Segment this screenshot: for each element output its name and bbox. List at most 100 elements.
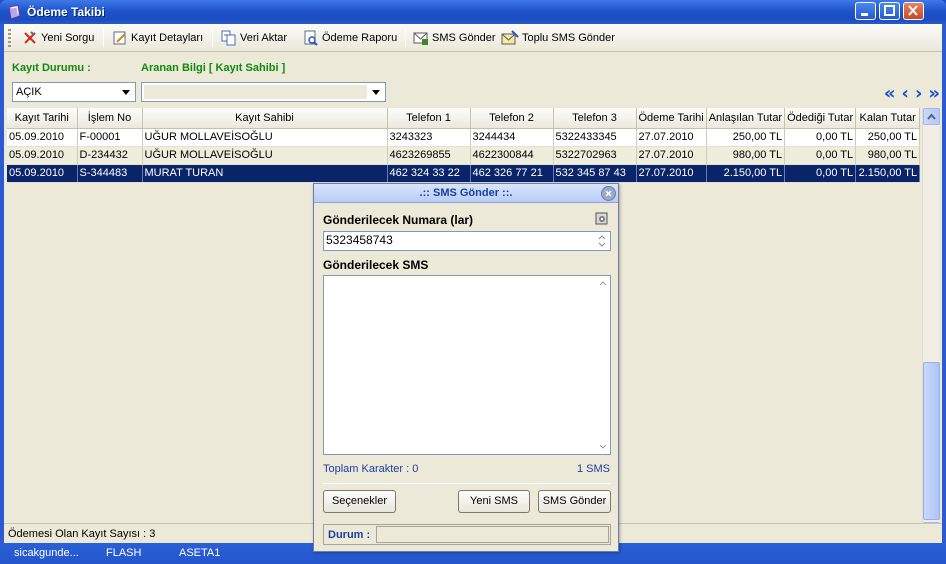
column-header[interactable]: Ödediği Tutar: [784, 108, 857, 129]
table-cell[interactable]: 3243323: [387, 128, 471, 147]
column-header[interactable]: İşlem No: [77, 108, 143, 129]
send-sms-dialog-button[interactable]: SMS Gönder: [538, 490, 611, 513]
new-query-icon: [24, 31, 36, 44]
record-status-label: Kayıt Durumu :: [12, 62, 91, 74]
scroll-up-button[interactable]: [923, 108, 940, 125]
table-cell[interactable]: S-344483: [77, 164, 143, 183]
taskbar-item[interactable]: sicakgunde...: [14, 547, 79, 559]
column-header[interactable]: Anlaşılan Tutar: [706, 108, 786, 129]
table-cell[interactable]: 3244434: [470, 128, 554, 147]
next-record-button[interactable]: ›: [915, 85, 922, 103]
sms-dialog-close-button[interactable]: [601, 186, 616, 201]
table-cell[interactable]: 0,00 TL: [784, 128, 857, 147]
minimize-icon: [861, 13, 868, 16]
column-header[interactable]: Telefon 3: [553, 108, 637, 129]
record-details-label: Kayıt Detayları: [131, 32, 204, 44]
spin-icon[interactable]: [595, 233, 609, 249]
options-button[interactable]: Seçenekler: [323, 490, 396, 513]
column-header[interactable]: Kayıt Tarihi: [7, 108, 78, 129]
column-header[interactable]: Ödeme Tarihi: [636, 108, 707, 129]
record-status-dropdown[interactable]: AÇIK: [12, 82, 136, 102]
sms-textarea[interactable]: [323, 275, 611, 455]
app-icon: [8, 4, 21, 20]
table-cell[interactable]: UĞUR MOLLAVEİSOĞLU: [142, 128, 388, 147]
scroll-up-icon[interactable]: [596, 278, 610, 288]
table-cell[interactable]: 980,00 TL: [706, 146, 786, 165]
column-header[interactable]: Telefon 1: [387, 108, 471, 129]
toolbar: Yeni Sorgu Kayıt Detayları Veri Aktar Öd…: [4, 24, 942, 52]
sms-textarea-scrollbar[interactable]: [596, 276, 610, 454]
table-cell[interactable]: 27.07.2010: [636, 164, 707, 183]
toolbar-grip[interactable]: [8, 29, 11, 47]
column-header[interactable]: Kalan Tutar: [855, 108, 921, 129]
table-cell[interactable]: 462 324 33 22: [387, 164, 471, 183]
maximize-button[interactable]: [879, 2, 900, 20]
table-row[interactable]: 05.09.2010 D-234432 UĞUR MOLLAVEİSOĞLU 4623…: [7, 146, 921, 165]
payment-report-button[interactable]: Ödeme Raporu: [303, 28, 397, 48]
sms-dialog-title[interactable]: .:: SMS Gönder ::.: [314, 184, 618, 203]
table-cell[interactable]: 980,00 TL: [855, 146, 921, 165]
table-row[interactable]: 05.09.2010 S-344483 MURAT TURAN 462 324 33 …: [7, 164, 921, 183]
bulk-sms-button[interactable]: Toplu SMS Gönder: [501, 28, 615, 48]
table-cell[interactable]: 250,00 TL: [855, 128, 921, 147]
table-row[interactable]: 05.09.2010 F-00001 UĞUR MOLLAVEİSOĞLU 32433…: [7, 128, 921, 147]
table-cell[interactable]: 05.09.2010: [7, 146, 78, 165]
table-cell[interactable]: 4623269855: [387, 146, 471, 165]
sms-text-label: Gönderilecek SMS: [323, 258, 429, 272]
scroll-down-icon[interactable]: [596, 442, 610, 452]
payment-report-label: Ödeme Raporu: [322, 32, 398, 44]
taskbar-item[interactable]: FLASH: [106, 547, 141, 559]
record-navigation: « ‹ › »: [884, 85, 940, 103]
chevron-down-icon[interactable]: [368, 84, 384, 100]
table-cell[interactable]: 250,00 TL: [706, 128, 786, 147]
numbers-value: 5323458743: [326, 233, 393, 247]
table-cell[interactable]: 4622300844: [470, 146, 554, 165]
send-sms-button[interactable]: SMS Gönder: [413, 28, 496, 48]
table-cell[interactable]: 0,00 TL: [784, 146, 857, 165]
table-cell[interactable]: 532 345 87 43: [553, 164, 637, 183]
bulk-sms-label: Toplu SMS Gönder: [522, 32, 615, 44]
table-cell[interactable]: 5322702963: [553, 146, 637, 165]
new-sms-button[interactable]: Yeni SMS: [458, 490, 530, 513]
sms-phone-icon: [413, 32, 428, 45]
table-cell[interactable]: 27.07.2010: [636, 128, 707, 147]
table-cell[interactable]: 5322433345: [553, 128, 637, 147]
taskbar-item[interactable]: ASETA1: [179, 547, 220, 559]
table-cell[interactable]: 27.07.2010: [636, 146, 707, 165]
column-header[interactable]: Kayıt Sahibi: [142, 108, 388, 129]
column-header[interactable]: Telefon 2: [470, 108, 554, 129]
previous-record-button[interactable]: ‹: [902, 85, 909, 103]
table-cell[interactable]: D-234432: [77, 146, 143, 165]
search-info-dropdown[interactable]: [141, 82, 386, 102]
search-info-field[interactable]: [144, 85, 367, 99]
close-button[interactable]: [903, 2, 924, 20]
table-cell[interactable]: 2.150,00 TL: [706, 164, 786, 183]
scroll-thumb[interactable]: [923, 362, 940, 520]
table-cell[interactable]: 2.150,00 TL: [855, 164, 921, 183]
table-cell[interactable]: 0,00 TL: [784, 164, 857, 183]
first-record-button[interactable]: «: [884, 85, 896, 103]
dialog-status-bar: Durum :: [323, 524, 611, 545]
table-cell[interactable]: 05.09.2010: [7, 164, 78, 183]
table-cell[interactable]: 462 326 77 21: [470, 164, 554, 183]
title-bar[interactable]: Ödeme Takibi: [0, 0, 946, 24]
chevron-down-icon[interactable]: [118, 84, 134, 100]
report-search-icon: [304, 30, 318, 46]
last-record-button[interactable]: »: [928, 85, 940, 103]
table-cell[interactable]: 05.09.2010: [7, 128, 78, 147]
table-cell[interactable]: UĞUR MOLLAVEİSOĞLU: [142, 146, 388, 165]
sms-dialog: .:: SMS Gönder ::. Gönderilecek Numara (…: [313, 183, 619, 552]
data-transfer-button[interactable]: Veri Aktar: [221, 28, 287, 48]
vertical-scrollbar[interactable]: [922, 108, 940, 541]
table-cell[interactable]: MURAT TURAN: [142, 164, 388, 183]
new-query-button[interactable]: Yeni Sorgu: [22, 28, 94, 48]
numbers-input[interactable]: 5323458743: [323, 231, 611, 251]
contacts-gear-icon[interactable]: [594, 211, 610, 227]
table-cell[interactable]: F-00001: [77, 128, 143, 147]
table-header-row: Kayıt Tarihi İşlem No Kayıt Sahibi Telefon …: [7, 108, 921, 129]
record-details-button[interactable]: Kayıt Detayları: [112, 28, 203, 48]
minimize-button[interactable]: [855, 2, 876, 20]
copy-document-icon: [221, 30, 236, 46]
char-count-text: Toplam Karakter : 0: [323, 463, 419, 475]
close-icon: [908, 5, 918, 16]
